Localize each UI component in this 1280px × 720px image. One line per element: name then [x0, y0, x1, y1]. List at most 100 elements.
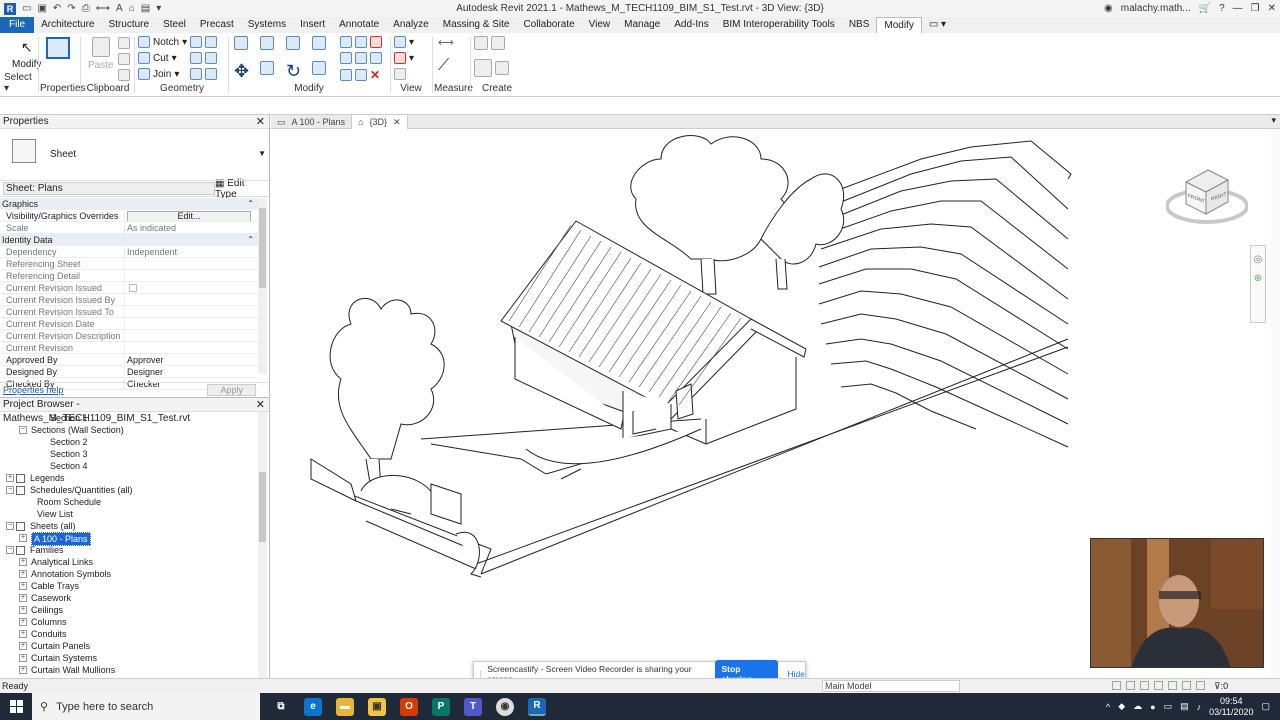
match-type-button[interactable] — [118, 69, 130, 81]
ribbon-tab-architecture[interactable]: Architecture — [34, 17, 101, 33]
scrollbar-thumb[interactable] — [259, 208, 266, 288]
expand-toggle-icon[interactable]: + — [19, 594, 27, 602]
redo-icon[interactable]: ↷ — [67, 3, 75, 14]
ribbon-tab-file[interactable]: File — [0, 17, 35, 33]
browser-node[interactable]: + Curtain Panels — [0, 640, 258, 652]
open-icon[interactable]: ▭ — [22, 3, 31, 14]
measure-icon[interactable]: ⟷ — [96, 3, 110, 14]
clock[interactable]: 09:54 03/11/2020 — [1209, 696, 1253, 718]
copy-clip-button[interactable] — [118, 53, 130, 65]
ribbon-tab-systems[interactable]: Systems — [241, 17, 293, 33]
move-button[interactable]: ✥ — [234, 61, 249, 82]
drag-elements-icon[interactable] — [1196, 681, 1205, 690]
type-selector[interactable]: Sheet ▼ — [0, 129, 269, 181]
close-browser-icon[interactable]: ✕ — [256, 398, 265, 412]
browser-node[interactable]: + Cable Trays — [0, 580, 258, 592]
active-model-select[interactable]: Main Model — [822, 680, 960, 692]
contextual-tab-icon[interactable]: ▭ ▾ — [922, 17, 953, 33]
project-icon[interactable]: P — [432, 697, 450, 716]
taskbar-search[interactable]: ⚲ Type here to search — [32, 693, 260, 720]
browser-node[interactable]: + Conduits — [0, 628, 258, 640]
user-name[interactable]: malachy.math... — [1121, 3, 1191, 14]
checkbox[interactable] — [129, 284, 137, 292]
small-tools-2[interactable] — [340, 52, 382, 64]
browser-node[interactable]: Room Schedule — [0, 496, 258, 508]
default-3d-icon[interactable]: ⌂ — [129, 3, 135, 14]
ribbon-tab-annotate[interactable]: Annotate — [332, 17, 386, 33]
browser-node[interactable]: + Analytical Links — [0, 556, 258, 568]
select-group-label[interactable]: Select ▾ — [0, 72, 38, 94]
rotate-button[interactable]: ↻ — [286, 61, 301, 82]
ribbon-tab-manage[interactable]: Manage — [617, 17, 667, 33]
scrollbar-thumb[interactable] — [259, 472, 266, 542]
notifications-icon[interactable]: ▢ — [1261, 701, 1270, 712]
ribbon-tab-nbs[interactable]: NBS — [842, 17, 877, 33]
links-icon[interactable] — [1140, 681, 1149, 690]
browser-node[interactable]: Section 4 — [0, 460, 258, 472]
volume-icon[interactable]: ♪ — [1197, 702, 1202, 712]
expand-toggle-icon[interactable]: + — [19, 582, 27, 590]
browser-node[interactable]: + Ceilings — [0, 604, 258, 616]
expand-toggle-icon[interactable]: + — [19, 666, 27, 674]
revit-logo-icon[interactable]: R — [4, 2, 16, 15]
ribbon-tab-bim-interoperability-tools[interactable]: BIM Interoperability Tools — [716, 17, 842, 33]
create-tools-1[interactable] — [474, 36, 505, 50]
revit-task-icon[interactable]: R — [528, 697, 546, 716]
ribbon-tab-structure[interactable]: Structure — [101, 17, 156, 33]
browser-node[interactable]: + Casework — [0, 592, 258, 604]
edge-icon[interactable]: e — [304, 697, 322, 716]
browser-node[interactable]: Section 3 — [0, 448, 258, 460]
ribbon-tab-view[interactable]: View — [582, 17, 618, 33]
expand-toggle-icon[interactable]: + — [19, 558, 27, 566]
browser-node[interactable]: − Schedules/Quantities (all) — [0, 484, 258, 496]
browser-node[interactable]: − Families — [0, 544, 258, 556]
hide-element-button[interactable]: ▾ — [394, 36, 414, 48]
small-tools-1[interactable] — [340, 36, 382, 48]
start-button[interactable] — [0, 693, 32, 720]
cut-button[interactable]: Cut ▾ — [138, 52, 177, 64]
steering-wheel-icon[interactable]: ◎ — [1254, 254, 1263, 265]
expand-toggle-icon[interactable]: − — [6, 546, 14, 554]
create-tools-2[interactable] — [474, 59, 509, 77]
paste-button[interactable]: Paste — [88, 37, 114, 71]
ribbon-tab-modify[interactable]: Modify — [876, 17, 922, 33]
browser-scrollbar[interactable] — [258, 412, 267, 678]
select-by-face-icon[interactable] — [1182, 681, 1191, 690]
ribbon-tab-insert[interactable]: Insert — [293, 17, 332, 33]
measure-between-button[interactable]: ⟷ — [438, 36, 454, 49]
close-hidden-icon[interactable]: ▤ — [141, 3, 150, 14]
cut-clip-button[interactable] — [118, 37, 130, 49]
browser-node[interactable]: View List — [0, 508, 258, 520]
drag-handle-icon[interactable]: ⁞ — [474, 669, 487, 679]
close-properties-icon[interactable]: ✕ — [256, 115, 265, 129]
expand-toggle-icon[interactable]: + — [19, 618, 27, 626]
battery-icon[interactable]: ▭ — [1164, 701, 1173, 712]
close-button[interactable]: ✕ — [1268, 3, 1276, 14]
apply-button[interactable]: Apply — [207, 383, 256, 396]
close-tab-icon[interactable]: ✕ — [393, 115, 401, 129]
expand-toggle-icon[interactable]: + — [6, 474, 14, 482]
undo-icon[interactable]: ↶ — [53, 3, 61, 14]
tab-list-icon[interactable]: ▾ — [1271, 115, 1276, 126]
minimize-button[interactable]: — — [1233, 3, 1243, 14]
align-button[interactable] — [234, 36, 248, 50]
expand-toggle-icon[interactable]: − — [6, 522, 14, 530]
chrome-icon[interactable]: ◉ — [496, 697, 514, 716]
ribbon-tab-massing-site[interactable]: Massing & Site — [436, 17, 517, 33]
store-icon[interactable]: ▣ — [368, 697, 386, 716]
join-button[interactable]: Join ▾ — [138, 68, 179, 80]
instance-selector[interactable]: Sheet: Plans — [3, 182, 215, 195]
small-tools-3[interactable]: ✕ — [340, 68, 380, 82]
expand-toggle-icon[interactable]: + — [19, 570, 27, 578]
browser-node[interactable]: + Legends — [0, 472, 258, 484]
expand-toggle-icon[interactable]: − — [19, 426, 27, 434]
notch-button[interactable]: Notch ▾ — [138, 36, 187, 48]
user-icon[interactable]: ◉ — [1104, 3, 1113, 14]
expand-toggle-icon[interactable]: − — [6, 486, 14, 494]
ribbon-tab-analyze[interactable]: Analyze — [386, 17, 436, 33]
dimension-button[interactable]: ⟋ — [438, 57, 449, 75]
expand-toggle-icon[interactable]: + — [19, 642, 27, 650]
tray-overflow-icon[interactable]: ^ — [1106, 702, 1110, 712]
view-tab-1[interactable]: ⌂ {3D} ✕ — [351, 115, 408, 129]
property-value[interactable]: As indicated — [127, 223, 176, 233]
